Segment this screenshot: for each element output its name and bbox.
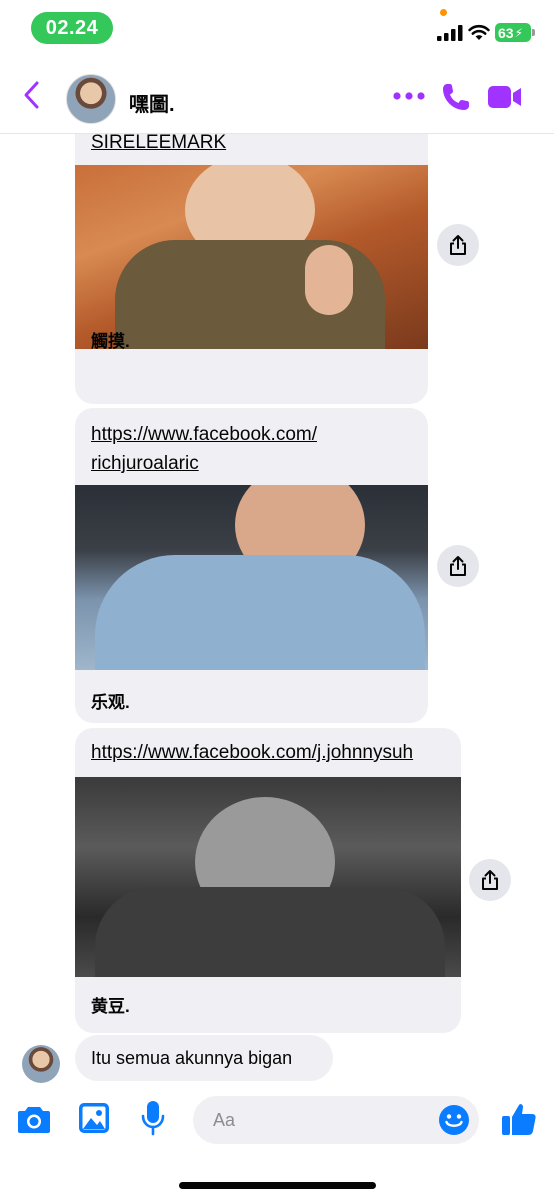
message-input[interactable] (213, 1107, 433, 1133)
more-dots-icon[interactable] (392, 86, 426, 106)
message-text: Itu semua akunnya bigan (91, 1047, 293, 1068)
message-link[interactable]: https://www.facebook.com/j.johnnysuh (91, 738, 413, 767)
message-link-line-1[interactable]: https://www.facebook.com/ (91, 420, 317, 449)
share-button[interactable] (437, 545, 479, 587)
photo-subject-clothing (95, 555, 425, 670)
message-bubble-link[interactable]: SIRELEEMARK 觸摸. (75, 134, 428, 404)
share-button[interactable] (437, 224, 479, 266)
message-bubble-text[interactable]: Itu semua akunnya bigan (75, 1035, 333, 1081)
status-bar: 02.24 63 ⚡ (0, 0, 554, 56)
status-time: 02.24 (31, 12, 113, 44)
message-composer (0, 1090, 554, 1150)
message-bubble-link[interactable]: https://www.facebook.com/ richjuroalaric… (75, 408, 428, 723)
home-indicator[interactable] (179, 1182, 376, 1189)
signal-icon (437, 25, 463, 41)
link-preview-image[interactable] (75, 485, 428, 670)
message-input-container[interactable] (193, 1096, 479, 1144)
phone-call-icon[interactable] (440, 81, 472, 113)
message-link[interactable]: https://www.facebook.com/ richjuroalaric (91, 420, 317, 478)
share-button[interactable] (469, 859, 511, 901)
link-preview-image[interactable] (75, 165, 428, 349)
contact-avatar[interactable] (66, 74, 116, 124)
battery-icon: 63 ⚡ (495, 23, 531, 42)
link-preview-image[interactable] (75, 777, 461, 977)
message-bubble-link[interactable]: https://www.facebook.com/j.johnnysuh 黄豆. (75, 728, 461, 1033)
share-icon (450, 556, 466, 576)
link-preview-caption: 乐观. (91, 693, 130, 712)
sender-avatar[interactable] (22, 1045, 60, 1083)
microphone-icon[interactable] (140, 1100, 166, 1136)
camera-icon[interactable] (17, 1104, 51, 1134)
wifi-icon (468, 24, 490, 40)
link-preview-caption: 觸摸. (91, 332, 130, 351)
photo-subject-clothing (95, 887, 445, 977)
message-list[interactable]: SIRELEEMARK 觸摸. https://www.facebook.com… (0, 134, 554, 1090)
message-link-line-2[interactable]: richjuroalaric (91, 449, 317, 478)
battery-level: 63 (498, 24, 514, 41)
video-call-icon[interactable] (487, 83, 523, 111)
gallery-icon[interactable] (78, 1102, 110, 1134)
thumbs-up-icon[interactable] (501, 1102, 537, 1136)
back-icon[interactable] (18, 78, 46, 112)
share-icon (482, 870, 498, 890)
emoji-icon[interactable] (438, 1104, 470, 1136)
photo-subject-hand (305, 245, 353, 315)
contact-name[interactable]: 嘿圖. (129, 88, 175, 117)
privacy-indicator-dot (440, 9, 447, 16)
share-icon (450, 235, 466, 255)
link-preview-caption: 黄豆. (91, 997, 130, 1016)
message-link[interactable]: SIRELEEMARK (91, 134, 226, 157)
battery-tip (532, 29, 535, 36)
charging-bolt-icon: ⚡ (514, 25, 524, 40)
chat-header: 嘿圖. (0, 56, 554, 134)
